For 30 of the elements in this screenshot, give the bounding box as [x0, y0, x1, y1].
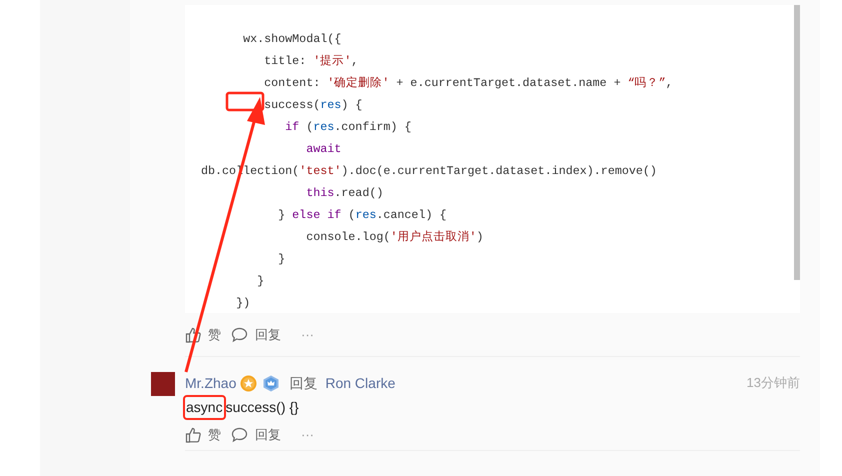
- code-line: title: '提示',: [264, 53, 358, 70]
- code-line: if (res.confirm) {: [285, 119, 412, 136]
- crown-badge-icon: [263, 374, 280, 392]
- code-line: }: [278, 251, 286, 268]
- code-line: wx.showModal({: [243, 31, 342, 48]
- like-label[interactable]: 赞: [208, 424, 221, 444]
- annotation-box: [226, 92, 264, 112]
- code-line: }): [236, 295, 250, 312]
- speech-bubble-icon[interactable]: [231, 426, 248, 442]
- speech-bubble-icon[interactable]: [231, 326, 248, 342]
- code-line: }: [257, 273, 264, 290]
- author-name[interactable]: Mr.Zhao: [185, 372, 236, 394]
- code-line: content: '确定删除' + e.currentTarget.dataset.name + “吗？”,: [264, 75, 673, 92]
- thumbs-up-icon[interactable]: [185, 426, 201, 442]
- code-line: console.log('用户点击取消'): [306, 229, 484, 246]
- code-line: success(res) {: [264, 97, 362, 114]
- reply-label: 回复: [289, 374, 318, 392]
- reply-label[interactable]: 回复: [255, 424, 281, 444]
- reply-label[interactable]: 回复: [255, 324, 281, 344]
- comment-text: success() {}: [226, 398, 299, 417]
- code-line: this.read(): [306, 185, 384, 202]
- like-label[interactable]: 赞: [208, 324, 221, 344]
- star-badge-icon: [240, 374, 258, 392]
- thumbs-up-icon[interactable]: [185, 326, 201, 342]
- code-line: } else if (res.cancel) {: [278, 207, 446, 224]
- code-line: await: [306, 141, 342, 158]
- comment-time: 13分钟前: [746, 374, 800, 392]
- reply-to-name[interactable]: Ron Clarke: [325, 372, 396, 394]
- scrollbar[interactable]: [794, 5, 800, 280]
- highlighted-text: async: [185, 396, 224, 418]
